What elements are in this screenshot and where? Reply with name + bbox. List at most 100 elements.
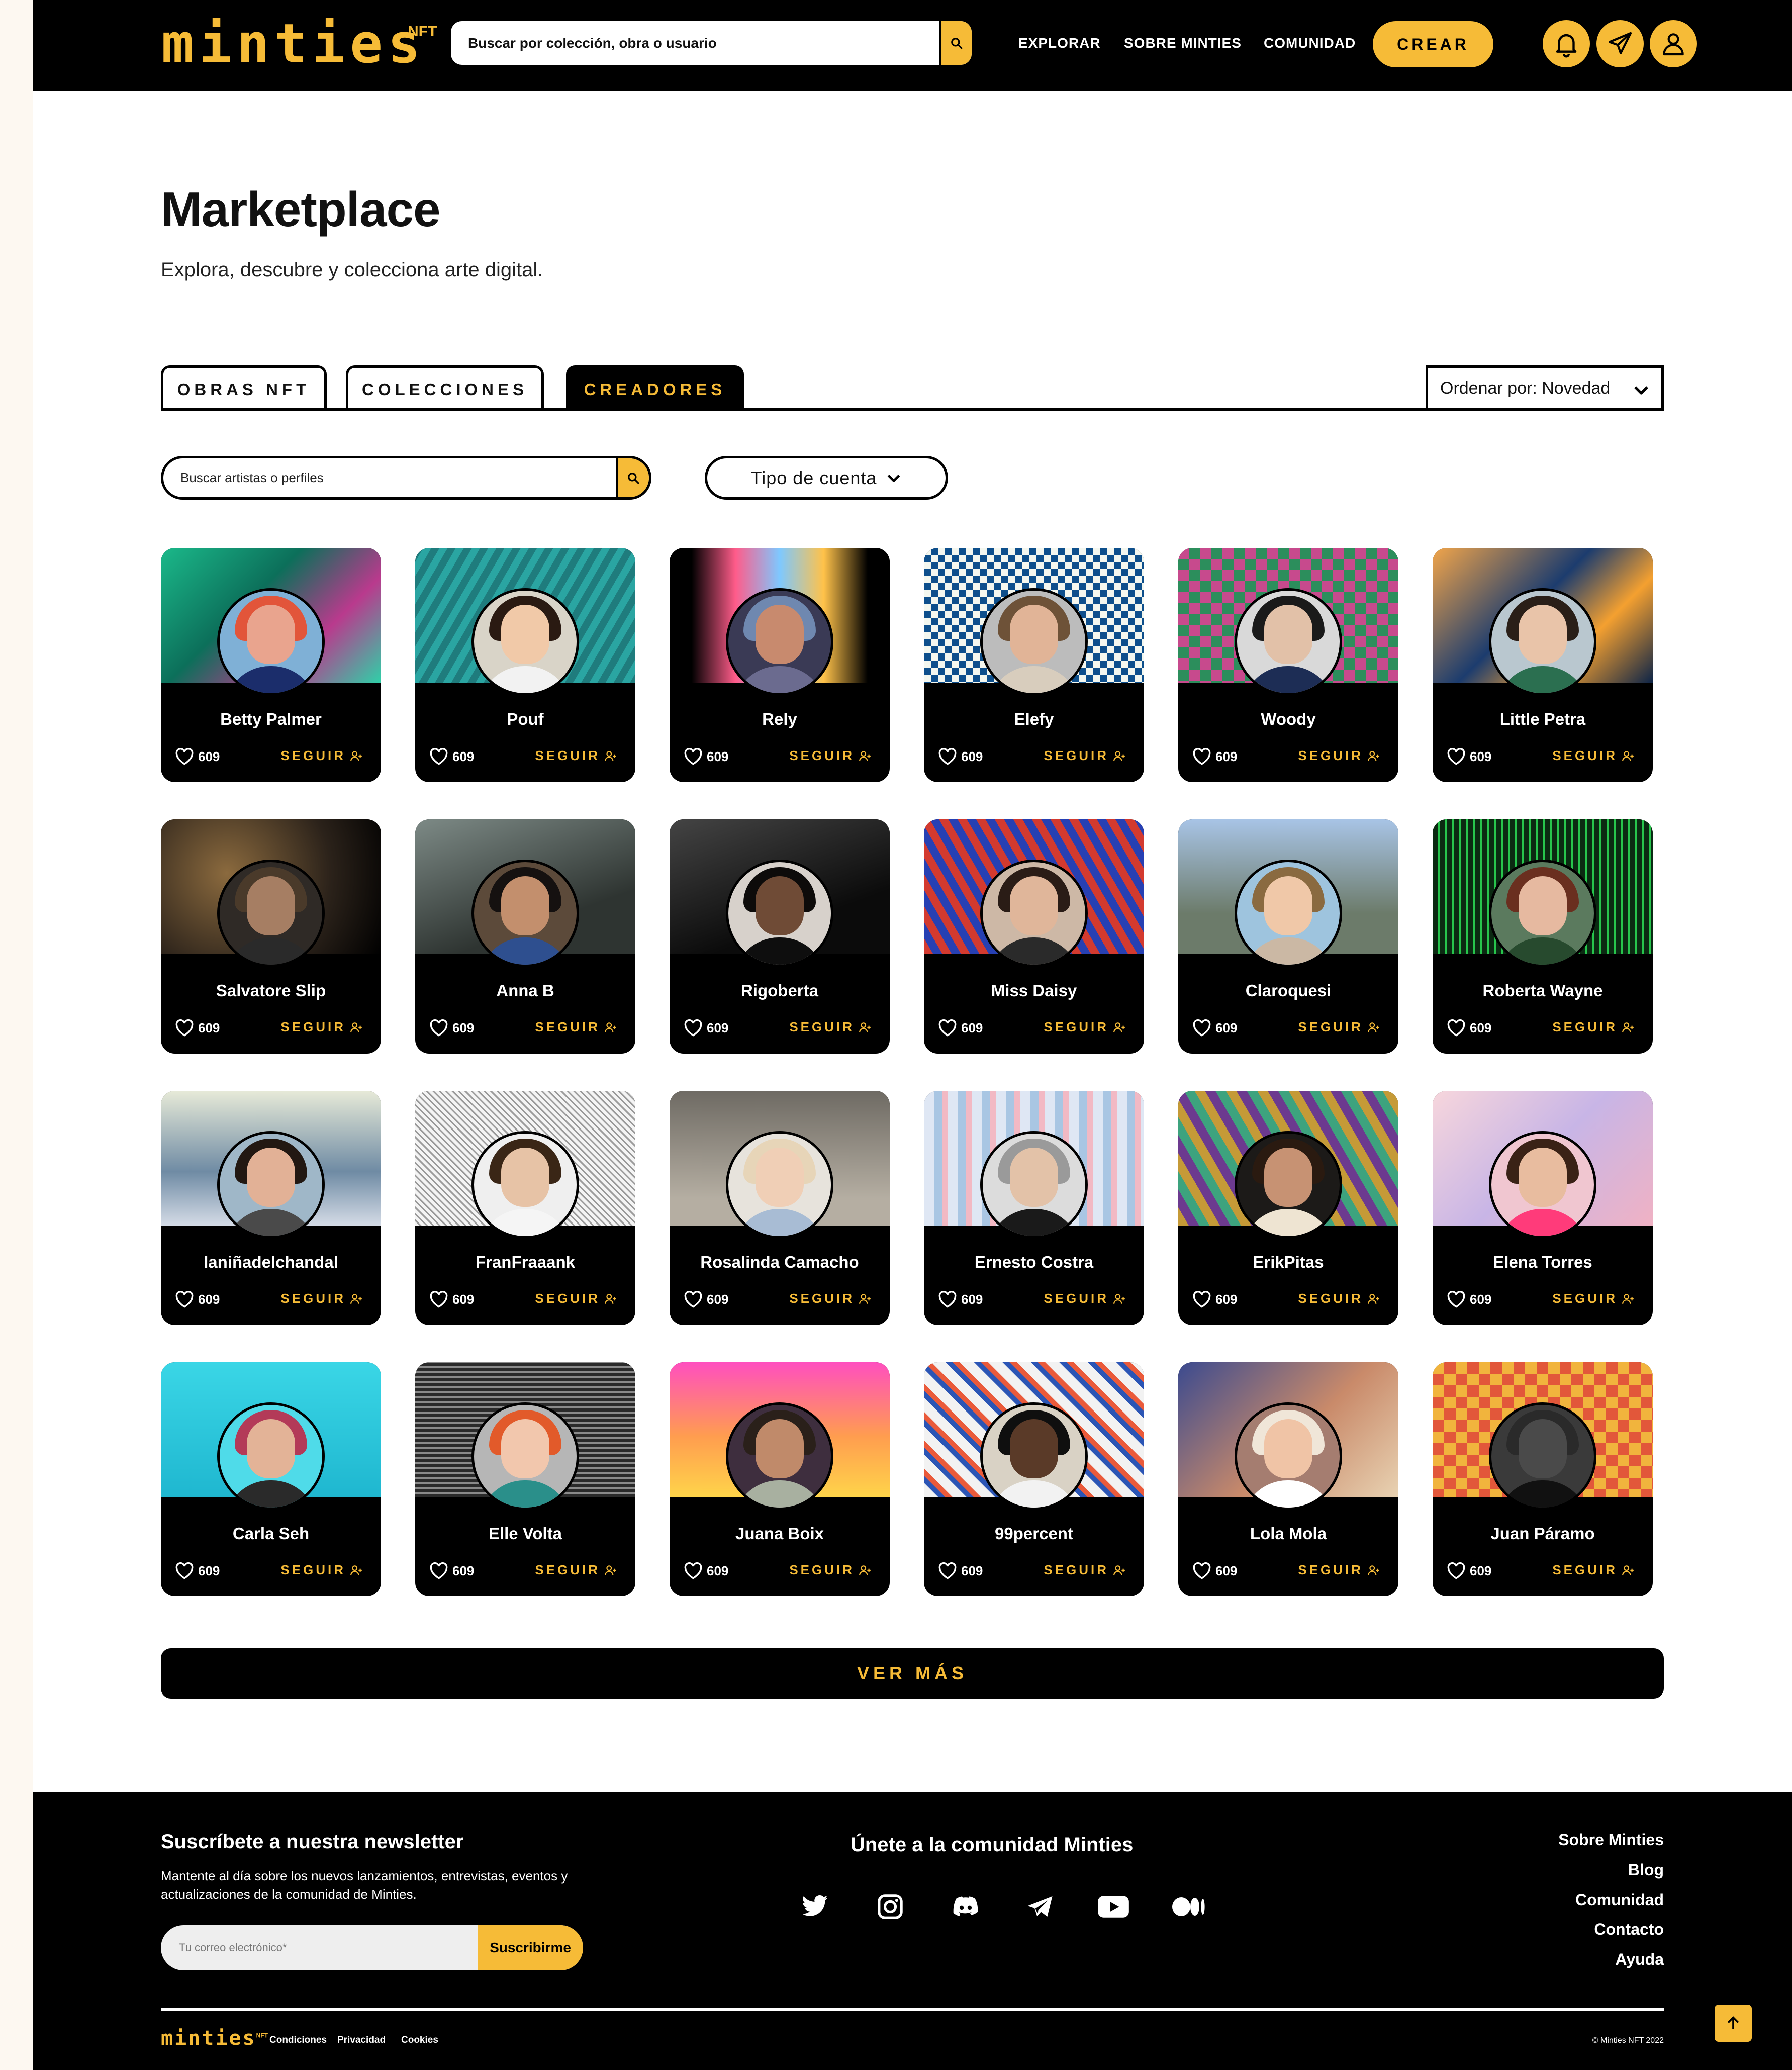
creator-name[interactable]: ErikPitas — [1178, 1253, 1398, 1272]
creator-name[interactable]: Lola Mola — [1178, 1524, 1398, 1543]
follow-button[interactable]: SEGUIR — [1044, 1562, 1126, 1578]
creator-card[interactable]: Juana Boix 609 SEGUIR — [670, 1362, 890, 1596]
creator-card[interactable]: Woody 609 SEGUIR — [1178, 548, 1398, 782]
follow-button[interactable]: SEGUIR — [1298, 748, 1380, 764]
creator-avatar[interactable] — [1235, 860, 1342, 967]
creator-name[interactable]: Ianiñadelchandal — [161, 1253, 381, 1272]
creator-name[interactable]: Rosalinda Camacho — [670, 1253, 890, 1272]
sort-select[interactable]: Ordenar por: Novedad — [1426, 365, 1664, 411]
creator-card[interactable]: Pouf 609 SEGUIR — [415, 548, 635, 782]
tab-creadores[interactable]: CREADORES — [566, 365, 744, 411]
minties-logo[interactable]: minties NFT — [161, 14, 437, 74]
creator-card[interactable]: Ernesto Costra 609 SEGUIR — [924, 1091, 1144, 1325]
creator-avatar[interactable] — [726, 588, 833, 696]
follow-button[interactable]: SEGUIR — [789, 1019, 872, 1035]
creator-name[interactable]: Betty Palmer — [161, 710, 381, 729]
creator-avatar[interactable] — [1489, 1131, 1596, 1239]
nav-explorar[interactable]: EXPLORAR — [1018, 35, 1101, 51]
creator-card[interactable]: Carla Seh 609 SEGUIR — [161, 1362, 381, 1596]
follow-button[interactable]: SEGUIR — [1044, 748, 1126, 764]
footer-link-condiciones[interactable]: Condiciones — [269, 2035, 327, 2046]
footer-link-ayuda[interactable]: Ayuda — [1615, 1950, 1664, 1969]
global-search-button[interactable] — [939, 21, 972, 65]
creator-name[interactable]: Miss Daisy — [924, 981, 1144, 1000]
creator-avatar[interactable] — [980, 1131, 1088, 1239]
footer-link-contacto[interactable]: Contacto — [1594, 1920, 1664, 1939]
follow-button[interactable]: SEGUIR — [535, 748, 617, 764]
footer-link-sobre-minties[interactable]: Sobre Minties — [1558, 1831, 1664, 1849]
creator-name[interactable]: FranFraaank — [415, 1253, 635, 1272]
creator-avatar[interactable] — [1489, 588, 1596, 696]
creator-avatar[interactable] — [980, 588, 1088, 696]
footer-link-comunidad[interactable]: Comunidad — [1575, 1891, 1664, 1909]
back-to-top-button[interactable] — [1715, 2005, 1752, 2042]
creator-avatar[interactable] — [1235, 588, 1342, 696]
creator-avatar[interactable] — [217, 1402, 325, 1510]
follow-button[interactable]: SEGUIR — [1552, 1019, 1635, 1035]
telegram-link[interactable] — [1022, 1889, 1058, 1924]
creator-card[interactable]: Elefy 609 SEGUIR — [924, 548, 1144, 782]
creator-card[interactable]: Miss Daisy 609 SEGUIR — [924, 819, 1144, 1054]
like-button[interactable]: 609 — [938, 1562, 983, 1579]
creator-avatar[interactable] — [1235, 1131, 1342, 1239]
creator-avatar[interactable] — [980, 860, 1088, 967]
follow-button[interactable]: SEGUIR — [1298, 1562, 1380, 1578]
follow-button[interactable]: SEGUIR — [535, 1291, 617, 1306]
follow-button[interactable]: SEGUIR — [1552, 1562, 1635, 1578]
creator-avatar[interactable] — [726, 1402, 833, 1510]
like-button[interactable]: 609 — [175, 1562, 220, 1579]
creator-name[interactable]: Juan Páramo — [1433, 1524, 1653, 1543]
follow-button[interactable]: SEGUIR — [1044, 1019, 1126, 1035]
account-type-dropdown[interactable]: Tipo de cuenta — [705, 456, 948, 500]
creator-card[interactable]: Salvatore Slip 609 SEGUIR — [161, 819, 381, 1054]
follow-button[interactable]: SEGUIR — [1552, 748, 1635, 764]
footer-link-privacidad[interactable]: Privacidad — [337, 2035, 386, 2046]
follow-button[interactable]: SEGUIR — [789, 748, 872, 764]
creator-name[interactable]: Roberta Wayne — [1433, 981, 1653, 1000]
creator-card[interactable]: Elena Torres 609 SEGUIR — [1433, 1091, 1653, 1325]
creator-name[interactable]: Ernesto Costra — [924, 1253, 1144, 1272]
notifications-button[interactable] — [1543, 20, 1590, 67]
creator-card[interactable]: Anna B 609 SEGUIR — [415, 819, 635, 1054]
follow-button[interactable]: SEGUIR — [280, 748, 363, 764]
creator-name[interactable]: Pouf — [415, 710, 635, 729]
creator-avatar[interactable] — [980, 1402, 1088, 1510]
creator-name[interactable]: 99percent — [924, 1524, 1144, 1543]
creator-avatar[interactable] — [471, 860, 579, 967]
creator-avatar[interactable] — [726, 1131, 833, 1239]
creator-search-button[interactable] — [616, 458, 649, 497]
creator-avatar[interactable] — [1489, 1402, 1596, 1510]
discord-link[interactable] — [948, 1889, 983, 1924]
tab-colecciones[interactable]: COLECCIONES — [346, 365, 544, 411]
like-button[interactable]: 609 — [938, 1291, 983, 1308]
like-button[interactable]: 609 — [429, 748, 474, 765]
follow-button[interactable]: SEGUIR — [535, 1562, 617, 1578]
creator-card[interactable]: Claroquesi 609 SEGUIR — [1178, 819, 1398, 1054]
like-button[interactable]: 609 — [1447, 1562, 1491, 1579]
subscribe-button[interactable]: Suscribirme — [478, 1925, 583, 1970]
creator-card[interactable]: ErikPitas 609 SEGUIR — [1178, 1091, 1398, 1325]
creator-card[interactable]: Ianiñadelchandal 609 SEGUIR — [161, 1091, 381, 1325]
youtube-link[interactable] — [1096, 1889, 1131, 1924]
messages-button[interactable] — [1596, 20, 1644, 67]
creator-avatar[interactable] — [726, 860, 833, 967]
creator-card[interactable]: Betty Palmer 609 SEGUIR — [161, 548, 381, 782]
creator-card[interactable]: Juan Páramo 609 SEGUIR — [1433, 1362, 1653, 1596]
creator-card[interactable]: Lola Mola 609 SEGUIR — [1178, 1362, 1398, 1596]
like-button[interactable]: 609 — [429, 1291, 474, 1308]
creator-name[interactable]: Elena Torres — [1433, 1253, 1653, 1272]
follow-button[interactable]: SEGUIR — [1044, 1291, 1126, 1306]
creator-avatar[interactable] — [217, 588, 325, 696]
follow-button[interactable]: SEGUIR — [280, 1291, 363, 1306]
create-button[interactable]: CREAR — [1373, 21, 1493, 67]
like-button[interactable]: 609 — [429, 1562, 474, 1579]
medium-link[interactable] — [1171, 1889, 1206, 1924]
creator-search-input[interactable] — [163, 458, 616, 497]
creator-name[interactable]: Elle Volta — [415, 1524, 635, 1543]
footer-logo[interactable]: mintiesNFT — [161, 2027, 268, 2050]
creator-avatar[interactable] — [1235, 1402, 1342, 1510]
creator-name[interactable]: Carla Seh — [161, 1524, 381, 1543]
like-button[interactable]: 609 — [684, 1562, 728, 1579]
creator-name[interactable]: Juana Boix — [670, 1524, 890, 1543]
creator-name[interactable]: Elefy — [924, 710, 1144, 729]
